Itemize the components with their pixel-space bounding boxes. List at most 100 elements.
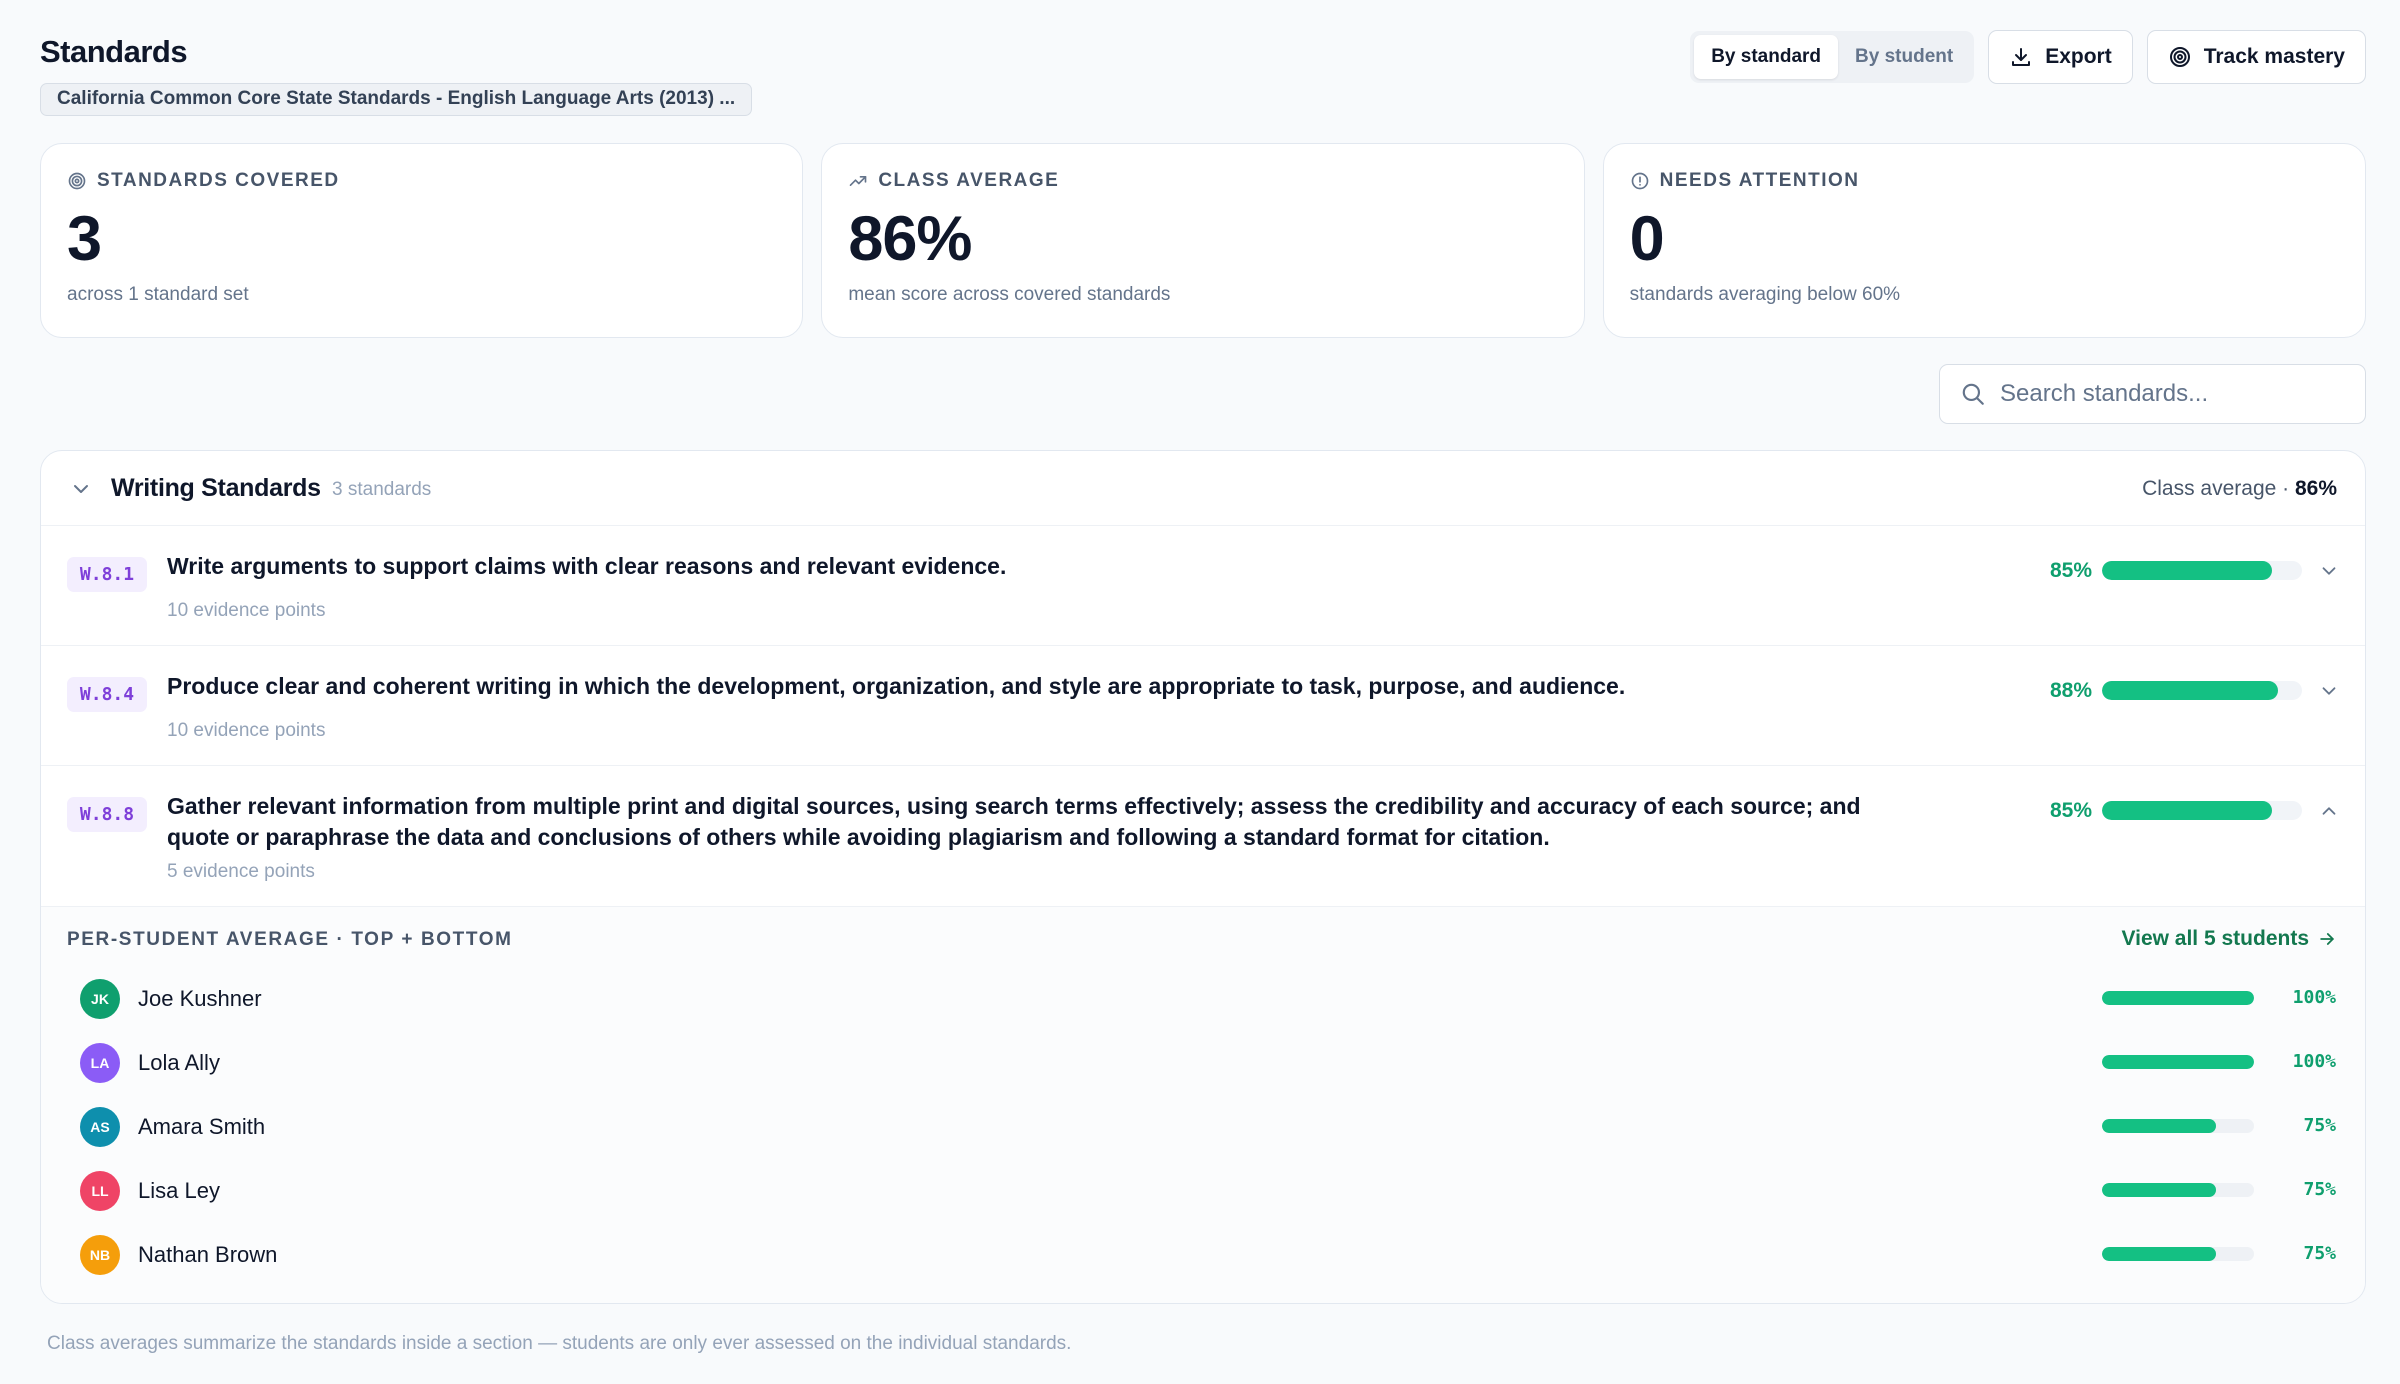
section-count: 3 standards (332, 479, 432, 500)
export-label: Export (2045, 45, 2112, 68)
student-row[interactable]: JK Joe Kushner 100% (41, 969, 2365, 1029)
card-label: STANDARDS COVERED (97, 170, 340, 191)
progress-fill (2102, 1247, 2216, 1261)
view-all-students-link[interactable]: View all 5 students (2121, 927, 2337, 951)
view-all-label: View all 5 students (2121, 927, 2309, 950)
standard-percent: 85% (2049, 799, 2092, 822)
progress-fill (2102, 801, 2272, 820)
page-header: Standards California Common Core State S… (40, 30, 2366, 120)
standard-row-w84[interactable]: W.8.4 Produce clear and coherent writing… (41, 647, 2365, 766)
progress-fill (2102, 1055, 2254, 1069)
progress-fill (2102, 1119, 2216, 1133)
standards-covered-card: STANDARDS COVERED 3 across 1 standard se… (40, 143, 804, 338)
card-value: 3 (67, 204, 102, 274)
avatar: JK (80, 979, 120, 1019)
section-average-value: 86% (2294, 477, 2337, 500)
student-progress-bar (2102, 991, 2254, 1005)
arrow-right-icon (2320, 933, 2334, 945)
standard-text: Produce clear and coherent writing in wh… (167, 673, 1626, 699)
standard-row-w81[interactable]: W.8.1 Write arguments to support claims … (41, 527, 2365, 646)
student-row[interactable]: LL Lisa Ley 75% (41, 1161, 2365, 1221)
student-row[interactable]: LA Lola Ally 100% (41, 1033, 2365, 1093)
standard-percent: 85% (2049, 559, 2092, 582)
by-student-tab[interactable]: By student (1838, 35, 1970, 79)
chevron-up-icon[interactable] (2318, 800, 2340, 822)
writing-standards-section: Writing Standards 3 standards Class aver… (40, 450, 2366, 1304)
chevron-down-icon[interactable] (2318, 560, 2340, 582)
trending-up-icon (849, 176, 867, 186)
student-name: Lisa Ley (138, 1178, 220, 1203)
search-icon (1962, 383, 1984, 405)
student-row[interactable]: AS Amara Smith 75% (41, 1097, 2365, 1157)
student-percent: 100% (2292, 987, 2336, 1008)
progress-fill (2102, 1183, 2216, 1197)
standard-code: W.8.1 (67, 557, 147, 592)
standard-text: Gather relevant information from multipl… (167, 793, 1861, 850)
avatar: AS (80, 1107, 120, 1147)
track-mastery-button[interactable]: Track mastery (2146, 30, 2366, 84)
download-icon (2012, 48, 2031, 66)
progress-fill (2102, 991, 2254, 1005)
by-standard-tab[interactable]: By standard (1694, 35, 1839, 79)
toolbar: By standard By student Export Track mast… (1690, 30, 2366, 84)
card-label: NEEDS ATTENTION (1659, 170, 1860, 191)
view-toggle: By standard By student (1690, 31, 1975, 83)
card-subtext: across 1 standard set (67, 284, 249, 305)
standard-text: Write arguments to support claims with c… (167, 553, 1007, 579)
section-average-label: Class average · (2142, 477, 2295, 500)
alert-circle-icon (1631, 172, 1648, 190)
progress-fill (2102, 681, 2278, 700)
student-progress-bar (2102, 1055, 2254, 1069)
avatar: NB (80, 1235, 120, 1275)
card-subtext: standards averaging below 60% (1629, 284, 1901, 305)
evidence-count: 10 evidence points (167, 600, 326, 621)
per-student-panel: PER-STUDENT AVERAGE · TOP + BOTTOM View … (41, 907, 2365, 1303)
chevron-down-icon[interactable] (69, 477, 93, 501)
footnote: Class averages summarize the standards i… (47, 1333, 1072, 1354)
card-subtext: mean score across covered standards (848, 284, 1171, 305)
evidence-count: 5 evidence points (167, 861, 315, 882)
class-average-card: CLASS AVERAGE 86% mean score across cove… (821, 143, 1585, 338)
search-input[interactable] (2000, 380, 2340, 408)
student-name: Amara Smith (138, 1114, 266, 1139)
standard-code: W.8.4 (67, 677, 147, 712)
card-value: 0 (1629, 204, 1665, 274)
standard-set-chip[interactable]: California Common Core State Standards -… (40, 83, 753, 116)
student-name: Lola Ally (138, 1050, 220, 1075)
section-header[interactable]: Writing Standards 3 standards Class aver… (41, 451, 2365, 526)
export-button[interactable]: Export (1988, 30, 2133, 84)
chevron-down-icon[interactable] (2318, 680, 2340, 702)
student-progress-bar (2102, 1183, 2254, 1197)
student-percent: 100% (2292, 1051, 2336, 1072)
evidence-count: 10 evidence points (167, 720, 326, 741)
student-progress-bar (2102, 1119, 2254, 1133)
avatar: LL (80, 1171, 120, 1211)
student-name: Joe Kushner (138, 986, 262, 1011)
summary-cards: STANDARDS COVERED 3 across 1 standard se… (40, 143, 2366, 338)
student-percent: 75% (2303, 1243, 2336, 1264)
student-percent: 75% (2303, 1115, 2336, 1136)
standard-progress-bar (2102, 681, 2302, 700)
student-percent: 75% (2303, 1179, 2336, 1200)
per-student-label: PER-STUDENT AVERAGE · TOP + BOTTOM (67, 929, 513, 950)
card-value: 86% (848, 204, 972, 274)
progress-fill (2102, 561, 2272, 580)
track-mastery-label: Track mastery (2203, 45, 2345, 68)
section-title: Writing Standards (111, 474, 321, 502)
target-icon (2169, 47, 2190, 67)
student-progress-bar (2102, 1247, 2254, 1261)
student-row[interactable]: NB Nathan Brown 75% (41, 1225, 2365, 1285)
standard-progress-bar (2102, 561, 2302, 580)
standard-percent: 88% (2049, 679, 2092, 702)
page-title: Standards (40, 34, 188, 69)
needs-attention-card: NEEDS ATTENTION 0 standards averaging be… (1602, 143, 2366, 338)
search-box (1939, 364, 2366, 424)
standard-code: W.8.8 (67, 797, 147, 832)
card-label: CLASS AVERAGE (878, 170, 1060, 191)
target-icon (68, 172, 86, 190)
student-name: Nathan Brown (138, 1242, 278, 1267)
standard-row-w88[interactable]: W.8.8 Gather relevant information from m… (41, 767, 2365, 907)
avatar: LA (80, 1043, 120, 1083)
standard-progress-bar (2102, 801, 2302, 820)
section-average: Class average · 86% (2142, 477, 2337, 501)
